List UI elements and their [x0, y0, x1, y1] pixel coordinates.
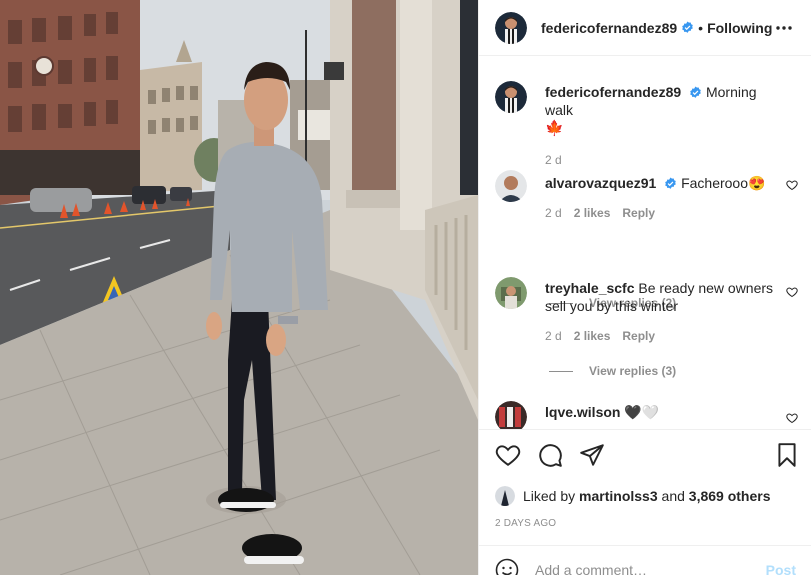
view-replies-line [549, 370, 573, 372]
comment-text: Facherooo [681, 175, 749, 191]
bookmark-icon[interactable] [774, 442, 800, 468]
liked-by-and: and [661, 488, 685, 504]
liker-avatar[interactable] [495, 486, 515, 506]
add-comment-bar: Post [479, 545, 811, 575]
caption-author-avatar[interactable] [495, 81, 527, 113]
comment-heart-icon[interactable] [786, 285, 798, 298]
liked-by-prefix: Liked by [523, 488, 576, 504]
separator-dot: • [698, 19, 704, 36]
add-comment-input[interactable] [535, 562, 766, 575]
reply-button[interactable]: Reply [622, 204, 655, 222]
comment-item: lqve.wilson 🖤🤍 [495, 401, 811, 429]
comment-likes-count[interactable]: 2 likes [574, 327, 611, 345]
view-replies-button[interactable]: View replies (3) [549, 364, 676, 378]
author-avatar[interactable] [495, 11, 527, 44]
commenter-avatar[interactable] [495, 401, 527, 429]
view-replies-label: View replies (3) [589, 364, 677, 378]
comment-item: alvarovazquez91 Facherooo😍 2 d 2 likes R… [495, 170, 811, 310]
commenter-username[interactable]: alvarovazquez91 [545, 175, 656, 191]
caption-item: federicofernandez89 Morning walk 🍁 2 d [495, 81, 811, 167]
post-side-panel: federicofernandez89 • Following federico… [478, 0, 811, 575]
likes-count-link[interactable]: 3,869 others [689, 488, 771, 504]
commenter-username[interactable]: treyhale_scfc [545, 280, 635, 296]
liked-by-row: Liked by martinolss3 and 3,869 others [495, 486, 771, 506]
more-options-icon[interactable] [772, 16, 796, 40]
comment-age[interactable]: 2 d [545, 204, 562, 222]
smiley-icon[interactable] [495, 558, 519, 575]
post-header: federicofernandez89 • Following [479, 0, 811, 56]
comment-age[interactable]: 2 d [545, 327, 562, 345]
commenter-verified-badge-icon [664, 176, 677, 189]
comments-feed[interactable]: federicofernandez89 Morning walk 🍁 2 d a… [479, 57, 811, 429]
caption-username[interactable]: federicofernandez89 [545, 84, 681, 100]
post-photo[interactable] [0, 0, 478, 575]
comment-item: treyhale_scfc Be ready new owners sell y… [495, 277, 811, 378]
post-comment-button[interactable]: Post [766, 562, 796, 575]
street-photo-image [0, 0, 478, 575]
comment-heart-icon[interactable] [786, 178, 798, 191]
following-button[interactable]: Following [707, 20, 772, 36]
paper-plane-icon[interactable] [579, 442, 605, 468]
commenter-avatar[interactable] [495, 170, 527, 202]
heart-icon[interactable] [495, 442, 521, 468]
caption-emoji: 🍁 [545, 120, 564, 137]
reply-button[interactable]: Reply [622, 327, 655, 345]
post-timestamp[interactable]: 2 DAYS AGO [495, 518, 556, 529]
comment-likes-count[interactable]: 2 likes [574, 204, 611, 222]
caption-age[interactable]: 2 d [545, 151, 562, 169]
caption-verified-badge-icon [689, 85, 702, 98]
action-icons [495, 442, 605, 468]
commenter-username[interactable]: lqve.wilson [545, 404, 620, 420]
comment-emoji: 😍 [748, 175, 766, 191]
commenter-avatar[interactable] [495, 277, 527, 309]
liked-by-user[interactable]: martinolss3 [579, 488, 658, 504]
comment-heart-icon[interactable] [786, 411, 798, 424]
comment-icon[interactable] [537, 442, 563, 468]
post-actions: Liked by martinolss3 and 3,869 others 2 … [479, 429, 811, 529]
author-username[interactable]: federicofernandez89 [541, 20, 677, 36]
verified-badge-icon [681, 21, 694, 34]
comment-text: 🖤🤍 [624, 404, 660, 420]
